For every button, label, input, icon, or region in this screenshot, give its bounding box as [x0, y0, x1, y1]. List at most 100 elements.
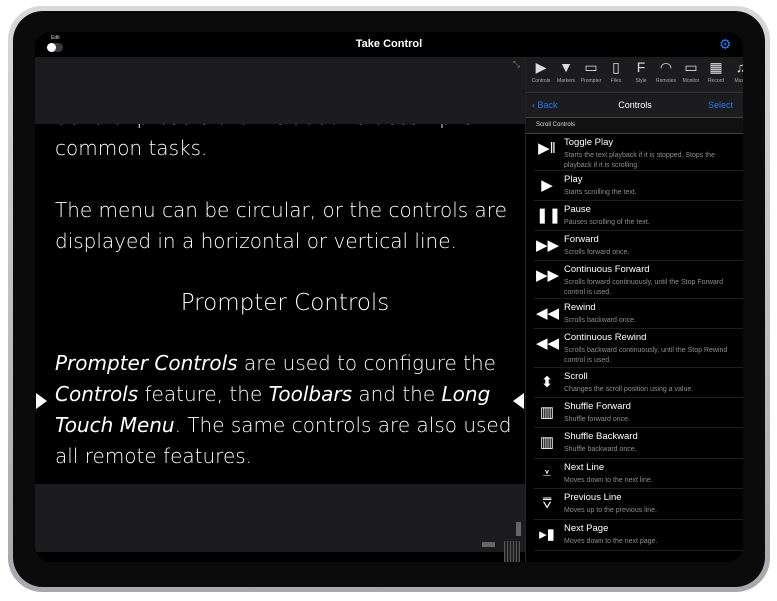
- control-item-continuous-rewind[interactable]: ◀◀ Continuous Rewind Scrolls backward cont…: [534, 329, 743, 368]
- remotes-icon: ◠: [659, 59, 673, 75]
- control-item-shuffle-backward[interactable]: ▥ Shuffle Backward Shuffle backward once.: [534, 428, 743, 459]
- previous-line-icon: ⩢: [542, 495, 552, 512]
- page-title: Take Control: [355, 38, 423, 50]
- control-description: Scrolls backward once.: [564, 317, 636, 324]
- control-title: Forward: [564, 234, 599, 245]
- mini-transport-icon[interactable]: [482, 542, 495, 547]
- play-icon: ▶: [541, 177, 553, 194]
- prompter-text: Several presets are included to accompli…: [55, 102, 515, 503]
- prompter-icon: ▭: [584, 59, 598, 75]
- controls-list: ▶‖ Toggle Play Starts the text playback if…: [526, 134, 743, 551]
- style-icon: F: [636, 59, 646, 75]
- nav-bar: ‹ Back Controls Select: [526, 93, 743, 118]
- control-item-previous-line[interactable]: ⩢ Previous Line Moves up to the previous l…: [534, 489, 743, 520]
- control-title: Scroll: [564, 371, 588, 382]
- control-item-rewind[interactable]: ◀◀ Rewind Scrolls backward once.: [534, 299, 743, 329]
- control-item-forward[interactable]: ▶▶ Forward Scrolls forward once.: [534, 231, 743, 261]
- control-description: Starts the text playback if it is stoppe…: [564, 152, 715, 169]
- toolbar-tab-remotes[interactable]: ◠ Remotes: [654, 57, 678, 92]
- text-run: Prompter Controls: [55, 351, 238, 375]
- control-description: Moves up to the previous line.: [564, 507, 657, 514]
- toolbar-tab-label: Controls: [531, 78, 551, 84]
- toolbar-tab-prompter[interactable]: ▭ Prompter: [579, 57, 603, 92]
- pause-icon: ❚❚: [536, 207, 562, 224]
- control-item-play[interactable]: ▶ Play Starts scrolling the text.: [534, 171, 743, 201]
- continuous-rewind-icon: ◀◀: [536, 335, 560, 352]
- bottom-margin-area: [35, 484, 525, 562]
- settings-panel: ▶ Controls ▼ Markers ▭ Prompter ▯ Files F Style ◠ R…: [525, 57, 743, 562]
- control-description: Scrolls forward continuously, until the …: [564, 279, 723, 296]
- control-title: Shuffle Backward: [564, 431, 638, 442]
- control-item-scroll[interactable]: ⬍ Scroll Changes the scroll position using…: [534, 368, 743, 398]
- music-icon: ♫: [729, 57, 743, 78]
- cue-marker-right-icon: [513, 393, 524, 409]
- monitor-icon: ▭: [684, 59, 698, 75]
- control-title: Next Page: [564, 523, 609, 534]
- control-item-pause[interactable]: ❚❚ Pause Pauses scrolling of the text.: [534, 201, 743, 231]
- toolbar-tab-record[interactable]: ▦ Record: [704, 57, 728, 92]
- files-icon: ▯: [612, 59, 620, 75]
- control-title: Continuous Rewind: [564, 332, 647, 343]
- control-title: Rewind: [564, 302, 596, 313]
- control-description: Scrolls backward continuously, until the…: [564, 347, 728, 364]
- scroll-icon: ⬍: [540, 374, 554, 391]
- continuous-forward-icon: ▶▶: [536, 267, 560, 284]
- top-margin-area: ⤡: [35, 57, 525, 124]
- control-item-toggle-play[interactable]: ▶‖ Toggle Play Starts the text playback if…: [534, 134, 743, 171]
- toggle-play-icon: ▶‖: [538, 140, 556, 157]
- gear-icon[interactable]: ⚙: [719, 36, 732, 53]
- cue-marker-left-icon: [36, 393, 47, 409]
- toolbar-tab-label: Monitor: [682, 78, 700, 84]
- toolbar-tab-label: Remotes: [655, 78, 676, 84]
- control-item-shuffle-forward[interactable]: ▥ Shuffle Forward Shuffle forward once.: [534, 398, 743, 428]
- text-run: are used to configure the: [237, 351, 496, 375]
- prompter-preview: ⤡ Several presets are included to accomp…: [35, 57, 525, 562]
- toolbar-tab-label: Files: [610, 78, 622, 84]
- paragraph: The menu can be circular, or the control…: [55, 198, 507, 253]
- control-description: Scrolls forward once.: [564, 249, 630, 256]
- forward-icon: ▶▶: [536, 237, 560, 254]
- prompter-heading: Prompter Controls: [180, 290, 390, 316]
- toolbar-tab-style[interactable]: F Style: [629, 57, 653, 92]
- control-description: Starts scrolling the text.: [564, 189, 637, 196]
- toolbar-tab-label: Prompter: [580, 78, 602, 84]
- paragraph: Prompter Controls are used to configure …: [55, 348, 515, 472]
- control-item-next-line[interactable]: ⩡ Next Line Moves down to the next line.: [534, 459, 743, 489]
- settings-toolbar: ▶ Controls ▼ Markers ▭ Prompter ▯ Files F Style ◠ R…: [526, 57, 743, 93]
- toolbar-tab-label: Style: [635, 78, 647, 84]
- shuffle-forward-icon: ▥: [539, 404, 555, 421]
- text-run: feature, the: [138, 382, 269, 406]
- control-description: Pauses scrolling of the text.: [564, 219, 650, 226]
- control-item-continuous-forward[interactable]: ▶▶ Continuous Forward Scrolls forward cont…: [534, 261, 743, 299]
- toolbar-tab-monitor[interactable]: ▭ Monitor: [679, 57, 703, 92]
- toolbar-tab-label: Markers: [556, 78, 576, 84]
- shuffle-backward-icon: ▥: [539, 434, 555, 451]
- controls-icon: ▶: [535, 59, 547, 75]
- record-icon: ▦: [709, 59, 723, 75]
- control-title: Play: [564, 174, 583, 185]
- control-title: Toggle Play: [564, 137, 614, 148]
- next-page-icon: ▸▮: [539, 526, 555, 543]
- mini-controls-icon[interactable]: [516, 522, 521, 536]
- speed-slider[interactable]: [504, 541, 520, 562]
- top-bar: Edit Take Control ⚙: [35, 32, 743, 57]
- toolbar-tab-label: Record: [707, 78, 725, 84]
- expand-icon[interactable]: ⤡: [513, 59, 520, 70]
- app-screen: Edit Take Control ⚙ ⤡ Several presets ar…: [35, 32, 743, 562]
- toolbar-tab-controls[interactable]: ▶ Controls: [529, 57, 553, 92]
- text-run: and the: [352, 382, 442, 406]
- control-description: Changes the scroll position using a valu…: [564, 386, 694, 393]
- control-title: Pause: [564, 204, 591, 215]
- toolbar-tab-files[interactable]: ▯ Files: [604, 57, 628, 92]
- control-item-next-page[interactable]: ▸▮ Next Page Moves down to the next page.: [534, 520, 743, 551]
- control-title: Next Line: [564, 462, 605, 473]
- text-run: Controls: [55, 382, 139, 406]
- next-line-icon: ⩡: [542, 465, 552, 482]
- control-title: Shuffle Forward: [564, 401, 631, 412]
- control-description: Moves down to the next line.: [564, 477, 653, 484]
- select-button[interactable]: Select: [708, 100, 733, 110]
- toolbar-tab-markers[interactable]: ▼ Markers: [554, 57, 578, 92]
- markers-icon: ▼: [559, 59, 573, 75]
- toolbar-tab-music[interactable]: ♫Music: [729, 57, 743, 92]
- section-header: Scroll Controls: [526, 118, 743, 134]
